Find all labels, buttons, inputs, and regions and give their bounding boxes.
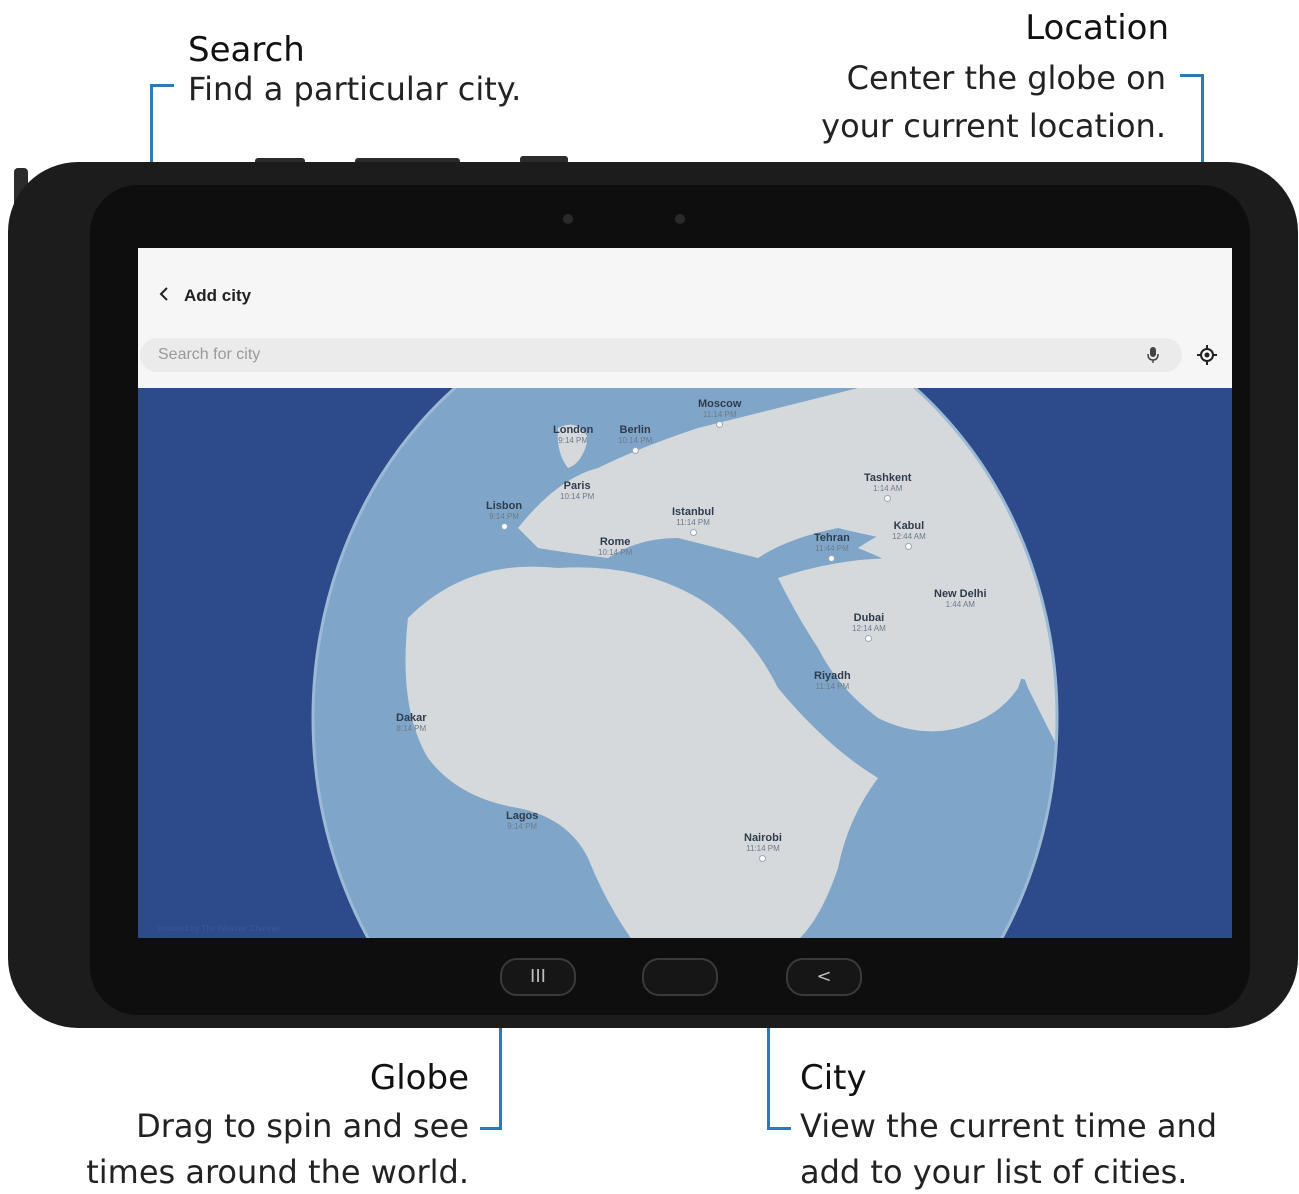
location-callout-desc-2: your current location. [821,107,1166,145]
city-paris[interactable]: Paris 10:14 PM [560,480,594,501]
city-istanbul[interactable]: Istanbul 11:14 PM [672,506,714,536]
search-callout-line [150,84,174,87]
city-berlin[interactable]: Berlin 10:14 PM [618,424,652,454]
globe-callout-desc-2: times around the world. [86,1153,469,1191]
search-placeholder: Search for city [158,346,261,363]
city-callout-desc-1: View the current time and [800,1107,1218,1145]
camera-sensor [563,214,573,224]
city-nairobi[interactable]: Nairobi 11:14 PM [744,832,782,862]
mic-icon[interactable] [1146,346,1160,364]
city-callout-title: City [800,1058,867,1098]
globe[interactable] [138,388,1232,938]
search-callout-title: Search [188,30,305,70]
city-dubai[interactable]: Dubai 12:14 AM [852,612,886,642]
city-riyadh[interactable]: Riyadh 11:14 PM [814,670,851,691]
app-header: Add city Search for city [138,248,1232,388]
back-nav-button[interactable]: < [786,958,862,996]
city-kabul[interactable]: Kabul 12:44 AM [892,520,926,550]
city-london[interactable]: London 9:14 PM [553,424,593,445]
app-screen: Add city Search for city Moscow 11:14 PM… [138,248,1232,938]
location-callout-desc-1: Center the globe on [846,59,1166,97]
back-button[interactable] [158,286,170,307]
my-location-icon[interactable] [1196,344,1218,366]
chevron-left-icon [159,287,168,301]
front-camera [675,214,685,224]
city-callout-line-h [767,1127,791,1130]
city-dakar[interactable]: Dakar 8:14 PM [396,712,427,733]
city-lagos[interactable]: Lagos 9:14 PM [506,810,538,831]
globe-callout-desc-1: Drag to spin and see [136,1107,469,1145]
city-tashkent[interactable]: Tashkent 1:14 AM [864,472,911,502]
location-callout-title: Location [1025,8,1169,48]
city-rome[interactable]: Rome 10:14 PM [598,536,632,557]
globe-callout-title: Globe [369,1058,469,1098]
weather-credit: powered by The Weather Channel [158,924,280,933]
search-input[interactable]: Search for city [140,338,1182,372]
city-tehran[interactable]: Tehran 11:44 PM [814,532,850,562]
city-moscow[interactable]: Moscow 11:14 PM [698,398,741,428]
home-button[interactable] [642,958,718,996]
search-callout-desc: Find a particular city. [188,70,522,108]
globe-callout-line-h [480,1127,502,1130]
page-title: Add city [184,286,252,305]
city-callout-desc-2: add to your list of cities. [800,1153,1188,1191]
recents-button[interactable]: III [500,958,576,996]
city-lisbon[interactable]: Lisbon 9:14 PM [486,500,522,530]
city-new-delhi[interactable]: New Delhi 1:44 AM [934,588,987,609]
